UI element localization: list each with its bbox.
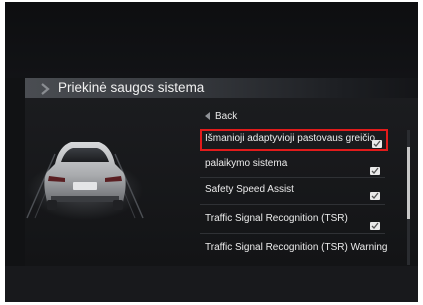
scrollbar-thumb[interactable]: [407, 147, 410, 219]
divider: [200, 204, 385, 205]
menu-item-label: Traffic Signal Recognition (TSR) Warning: [205, 242, 388, 253]
bottom-bar: [5, 266, 418, 302]
menu-item-traffic-signal-recognition[interactable]: Traffic Signal Recognition (TSR): [200, 209, 388, 231]
checkbox[interactable]: [370, 222, 380, 230]
top-area: [5, 2, 418, 78]
menu-item-label: Safety Speed Assist: [205, 184, 294, 195]
menu-item-safety-speed-assist[interactable]: Safety Speed Assist: [200, 180, 388, 202]
menu-item-label: Traffic Signal Recognition (TSR): [205, 213, 348, 224]
checkbox[interactable]: [370, 192, 380, 200]
divider: [200, 233, 385, 234]
chevron-right-icon: [41, 83, 50, 95]
back-label: Back: [215, 110, 238, 122]
menu-item-label: Išmanioji adaptyvioji pastovaus greičio: [205, 133, 376, 144]
menu-item-label: palaikymo sistema: [205, 158, 288, 169]
back-button[interactable]: Back: [205, 108, 237, 124]
checkbox[interactable]: [372, 140, 382, 148]
menu-item-traffic-signal-recognition-warning[interactable]: Traffic Signal Recognition (TSR) Warning: [200, 238, 388, 260]
back-arrow-icon: [205, 112, 210, 120]
checkmark-icon: [371, 222, 379, 229]
checkbox[interactable]: [370, 167, 380, 175]
checkmark-icon: [373, 140, 381, 147]
divider: [200, 177, 385, 178]
title-bar: Priekinė saugos sistema: [25, 78, 418, 98]
page-title: Priekinė saugos sistema: [58, 80, 205, 95]
menu-item-smart-cruise-control[interactable]: Išmanioji adaptyvioji pastovaus greičio: [200, 129, 388, 151]
checkmark-icon: [371, 167, 379, 174]
car-rear-illustration: [26, 142, 144, 220]
menu-item-cruise-control-continuation[interactable]: palaikymo sistema: [200, 154, 388, 176]
checkmark-icon: [371, 192, 379, 199]
